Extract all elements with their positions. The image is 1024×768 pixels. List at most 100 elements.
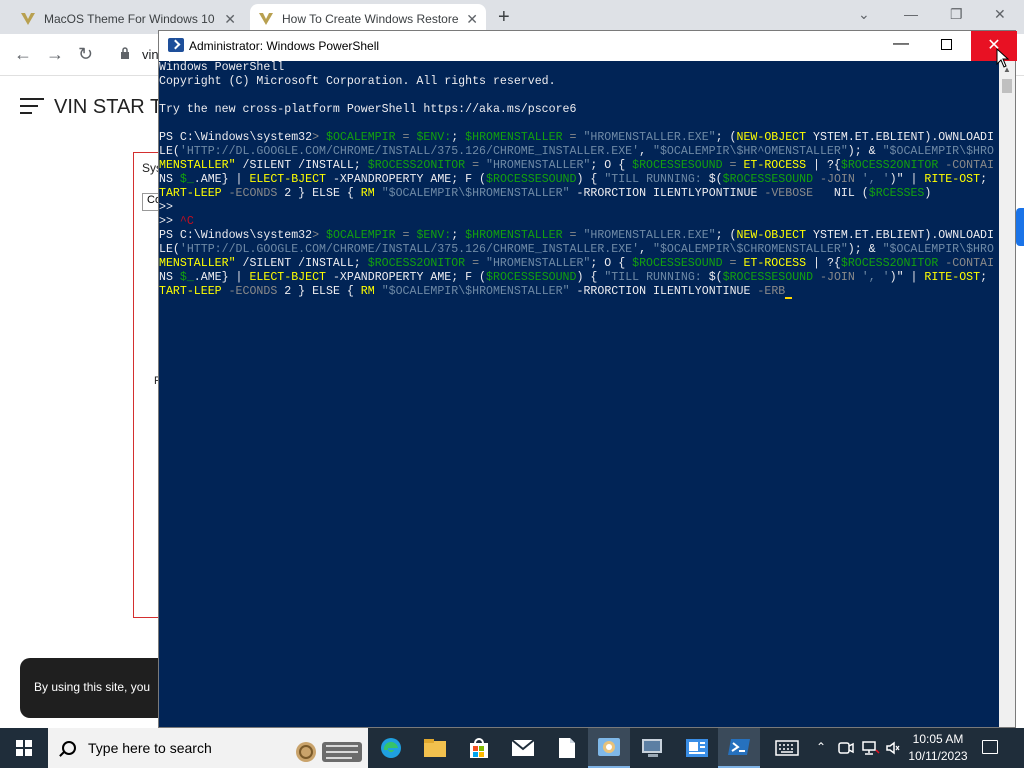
console-line: MENSTALLER" /SILENT /INSTALL; $ROCESS2ON…	[159, 159, 999, 173]
console-token: YSTEM.ET.EBLIENT).OWNLOADI	[806, 131, 994, 144]
system-info-icon[interactable]	[676, 728, 718, 768]
notification-icon[interactable]	[982, 740, 998, 754]
console-token: -XPANDROPERTY AME; F (	[326, 173, 487, 186]
store-icon[interactable]	[458, 728, 500, 768]
console-token: NEW-OBJECT	[736, 131, 807, 144]
console-token: ', '	[861, 271, 890, 284]
meet-now-icon[interactable]	[838, 741, 854, 755]
console-token: >	[312, 131, 326, 144]
console-token: )"	[889, 173, 904, 186]
minimize-icon[interactable]: —	[904, 6, 918, 22]
console-token: >	[312, 229, 326, 242]
start-button[interactable]	[0, 728, 48, 768]
console-token: |	[903, 271, 925, 284]
restore-icon[interactable]: ❐	[950, 6, 963, 23]
title-bar[interactable]: Administrator: Windows PowerShell — ✕	[159, 31, 1017, 61]
console-output[interactable]: Windows PowerShell Copyright (C) Microsof…	[159, 61, 999, 727]
volume-muted-icon[interactable]	[886, 741, 900, 755]
console-line: Try the new cross-platform PowerShell ht…	[159, 103, 999, 117]
clock-date: 10/11/2023	[908, 749, 968, 763]
console-token: ,	[639, 243, 653, 256]
reload-icon[interactable]: ↻	[78, 44, 93, 65]
close-icon[interactable]: ✕	[466, 11, 478, 28]
edge-icon[interactable]	[370, 728, 412, 768]
console-token: .AME} |	[193, 173, 250, 186]
console-line: NS $_.AME} | ELECT-BJECT -XPANDROPERTY A…	[159, 173, 999, 187]
windows-logo-icon	[16, 740, 32, 756]
console-token: $ROCESS2ONITOR	[367, 159, 466, 172]
console-token: Copyright (C) Microsoft Corporation. All…	[159, 75, 556, 88]
console-line: Copyright (C) Microsoft Corporation. All…	[159, 75, 999, 89]
console-token: 2 } ELSE {	[277, 187, 361, 200]
console-token: 'HTTP://DL.GOOGLE.COM/CHROME/INSTALL/375…	[179, 145, 640, 158]
console-token: Try the new cross-platform PowerShell ht…	[159, 103, 577, 116]
console-token: =	[562, 131, 584, 144]
powershell-icon	[168, 38, 184, 52]
console-token: -ECONDS	[221, 285, 278, 298]
vertical-scrollbar[interactable]: ▲	[999, 61, 1015, 727]
network-icon[interactable]	[862, 741, 880, 755]
device-manager-icon[interactable]	[632, 728, 674, 768]
tab-title: How To Create Windows Restore	[282, 12, 459, 26]
search-box[interactable]: Type here to search	[48, 728, 368, 768]
console-token: $ENV:	[416, 131, 452, 144]
file-explorer-icon[interactable]	[414, 728, 456, 768]
console-token: RM	[360, 285, 375, 298]
site-title[interactable]: VIN STAR T	[54, 96, 162, 119]
minimize-button[interactable]: —	[893, 35, 909, 53]
close-button[interactable]: ✕	[971, 31, 1017, 61]
console-token: $ENV:	[416, 229, 452, 242]
console-token: $(	[708, 271, 723, 284]
console-token: 2 } ELSE {	[277, 285, 361, 298]
console-token: -ERB	[757, 285, 786, 298]
address-bar[interactable]: vin	[142, 47, 159, 62]
menu-icon[interactable]	[20, 98, 44, 116]
console-token: -JOIN	[813, 173, 862, 186]
console-token: $ROCESSESOUND	[722, 173, 814, 186]
console-token: $(	[708, 173, 723, 186]
maximize-button[interactable]	[941, 39, 952, 50]
console-token: YSTEM.ET.EBLIENT).OWNLOADI	[806, 229, 994, 242]
close-icon[interactable]: ✕	[994, 6, 1006, 23]
powershell-icon[interactable]	[718, 728, 760, 768]
back-icon[interactable]: ←	[14, 44, 32, 65]
control-panel-icon[interactable]	[588, 728, 630, 768]
notepad-icon[interactable]	[546, 728, 588, 768]
new-tab-button[interactable]: +	[498, 6, 510, 29]
powershell-window[interactable]: Administrator: Windows PowerShell — ✕ Wi…	[158, 30, 1017, 728]
console-token: LE(	[159, 243, 180, 256]
mail-icon[interactable]	[502, 728, 544, 768]
console-token: -JOIN	[813, 271, 862, 284]
console-token: ET-ROCESS	[743, 257, 807, 270]
console-token: ;	[980, 271, 988, 284]
console-line: LE('HTTP://DL.GOOGLE.COM/CHROME/INSTALL/…	[159, 145, 999, 159]
console-token: -RRORCTION ILENTLYONTINUE	[569, 285, 758, 298]
action-center-keyboard-icon[interactable]	[766, 728, 808, 768]
chevron-up-icon[interactable]: ⌃	[816, 740, 826, 754]
console-token	[375, 285, 382, 298]
console-token: >>	[159, 201, 173, 214]
scrollbar-thumb[interactable]	[1002, 79, 1012, 93]
tab-bar: MacOS Theme For Windows 10 ✕ How To Crea…	[0, 0, 1024, 34]
console-line: TART-LEEP -ECONDS 2 } ELSE { RM "$OCALEM…	[159, 285, 999, 299]
console-token: =	[722, 257, 744, 270]
close-icon[interactable]: ✕	[224, 11, 236, 28]
console-token	[375, 187, 382, 200]
console-token: "HROMENSTALLER.EXE"	[583, 229, 716, 242]
console-token: -ECONDS	[221, 187, 278, 200]
console-token: $ROCESSESOUND	[632, 257, 723, 270]
forward-icon[interactable]: →	[46, 44, 64, 65]
console-token: $ROCESSESOUND	[722, 271, 814, 284]
console-token: -CONTAI	[938, 159, 994, 172]
console-token: Windows PowerShell	[159, 61, 285, 74]
chevron-down-icon[interactable]: ⌄	[858, 6, 870, 23]
console-token: RM	[360, 187, 375, 200]
console-token: .AME} |	[193, 271, 250, 284]
cookie-banner: By using this site, you	[20, 658, 162, 718]
system-clock[interactable]: 10:05 AM 10/11/2023	[900, 731, 976, 765]
console-token: "HROMENSTALLER"	[486, 159, 591, 172]
console-token: | ?{	[806, 257, 841, 270]
console-token: =	[465, 257, 487, 270]
console-token: $ROCESSESOUND	[486, 271, 577, 284]
